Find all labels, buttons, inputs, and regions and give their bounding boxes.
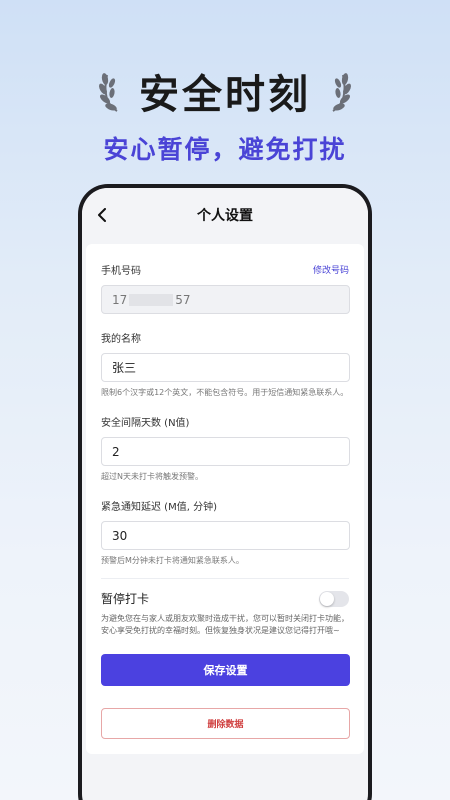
hero-title-row: 安全时刻 — [0, 62, 450, 120]
phone-screen: 个人设置 手机号码 修改号码 17 57 我的名称 张三 限制6个汉字或12个英… — [82, 188, 368, 800]
phone-value-suffix: 57 — [175, 292, 191, 307]
delay-hint: 预警后M分钟未打卡将通知紧急联系人。 — [101, 556, 244, 565]
page-title: 个人设置 — [197, 208, 253, 224]
delay-value: 30 — [112, 528, 128, 543]
hero-subtitle: 安心暂停，避免打扰 — [103, 135, 347, 164]
phone-field: 17 57 — [101, 285, 350, 314]
divider — [101, 578, 349, 579]
settings-card: 手机号码 修改号码 17 57 我的名称 张三 限制6个汉字或12个英文，不能包… — [86, 244, 364, 754]
pause-row: 暂停打卡 — [101, 590, 349, 607]
nav-bar: 个人设置 — [82, 188, 368, 242]
chevron-left-icon — [98, 208, 106, 222]
hero-title: 安全时刻 — [139, 72, 311, 118]
interval-hint: 超过N天未打卡将触发预警。 — [101, 472, 203, 481]
interval-value: 2 — [112, 444, 120, 459]
delay-input[interactable]: 30 — [101, 521, 350, 550]
name-input[interactable]: 张三 — [101, 353, 350, 382]
laurel-left-icon — [99, 73, 118, 112]
phone-frame: 个人设置 手机号码 修改号码 17 57 我的名称 张三 限制6个汉字或12个英… — [78, 184, 372, 800]
phone-value-prefix: 17 — [112, 292, 128, 307]
pause-description: 为避免您在与家人或朋友欢聚时造成干扰，您可以暂时关闭打卡功能，安心享受免打扰的幸… — [101, 614, 349, 635]
interval-label: 安全间隔天数 (N值) — [101, 418, 190, 429]
delete-data-button[interactable]: 删除数据 — [101, 708, 350, 739]
laurel-right-icon — [332, 73, 351, 112]
back-button[interactable] — [92, 204, 112, 226]
change-number-link[interactable]: 修改号码 — [313, 263, 349, 276]
interval-input[interactable]: 2 — [101, 437, 350, 466]
name-value: 张三 — [112, 361, 137, 375]
pause-toggle[interactable] — [319, 590, 349, 607]
delay-label: 紧急通知延迟 (M值, 分钟) — [101, 502, 217, 513]
save-button[interactable]: 保存设置 — [101, 654, 350, 686]
phone-label: 手机号码 — [101, 266, 141, 277]
phone-mask — [129, 293, 174, 306]
pause-label: 暂停打卡 — [101, 592, 150, 606]
pause-toggle-knob — [320, 591, 334, 606]
phone-field-header: 手机号码 修改号码 — [101, 262, 349, 277]
name-label: 我的名称 — [101, 334, 141, 345]
name-hint: 限制6个汉字或12个英文，不能包含符号。用于短信通知紧急联系人。 — [101, 388, 349, 397]
